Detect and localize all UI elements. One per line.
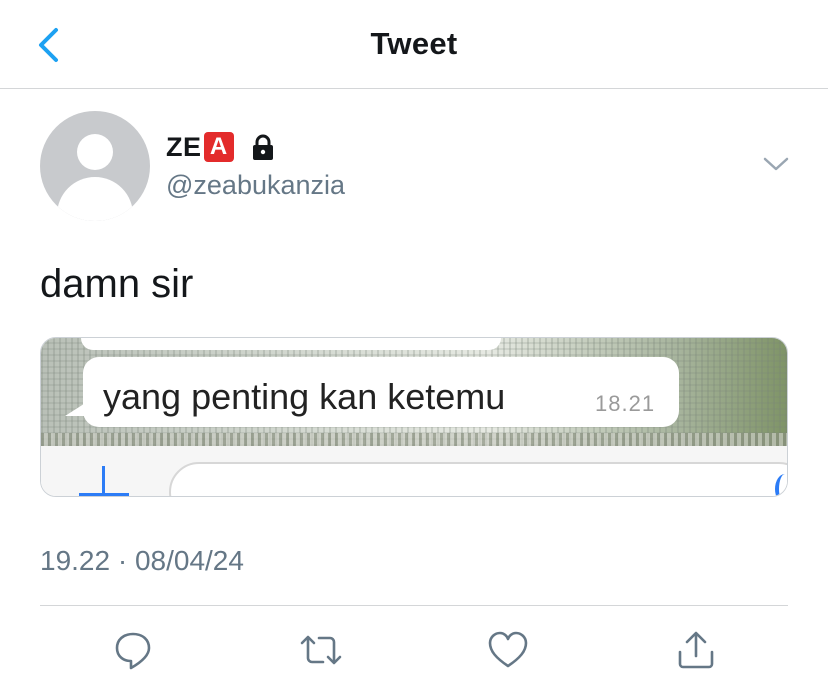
retweet-icon <box>300 635 342 665</box>
reply-icon <box>115 632 151 670</box>
author-name: ZE <box>166 131 202 162</box>
sticker-icon <box>775 474 787 496</box>
retweet-button[interactable] <box>299 628 343 672</box>
like-icon <box>488 631 528 668</box>
chat-bubble-tail <box>65 402 87 416</box>
lock-icon <box>252 134 273 160</box>
chat-bubble-partial <box>81 338 501 350</box>
share-icon <box>678 631 714 669</box>
share-button[interactable] <box>674 628 718 672</box>
like-button[interactable] <box>486 628 530 672</box>
plus-icon-bar <box>79 493 129 496</box>
media-texture-strip <box>41 433 787 446</box>
tweet-media-image[interactable]: yang penting kan ketemu 18.21 <box>40 337 788 497</box>
page-title: Tweet <box>370 26 458 61</box>
tweet-timestamp: 19.22 · 08/04/24 <box>40 545 244 576</box>
avatar-head-shape <box>77 134 113 170</box>
reply-button[interactable] <box>111 628 155 672</box>
chat-message-time: 18.21 <box>595 391 656 416</box>
avatar-body-shape <box>57 177 133 221</box>
divider <box>40 605 788 606</box>
tweet-text: damn sir <box>40 262 194 306</box>
a-button-emoji-icon: A <box>203 132 234 162</box>
avatar[interactable] <box>40 111 150 221</box>
author-handle[interactable]: @zeabukanzia <box>166 170 345 201</box>
chevron-down-icon[interactable] <box>762 154 790 174</box>
chat-input-box <box>169 462 787 496</box>
author-name-row[interactable]: ZE A <box>166 130 278 164</box>
nav-bar: Tweet <box>0 0 828 89</box>
chat-message-text: yang penting kan ketemu <box>103 376 506 417</box>
